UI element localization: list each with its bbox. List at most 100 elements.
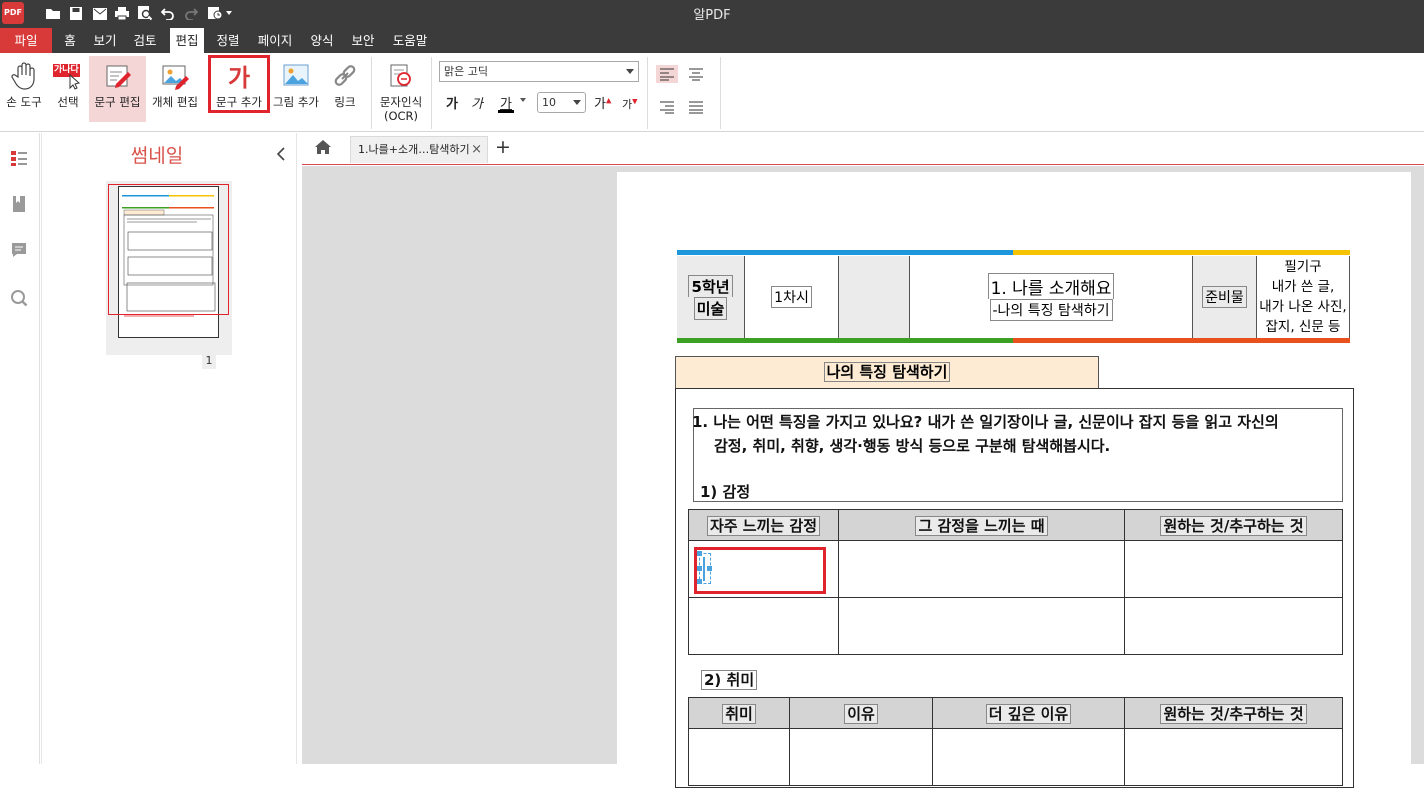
- grade-cell: 5학년 미술: [677, 256, 745, 338]
- lesson-header-table: 5학년 미술 1차시 1. 나를 소개해요 -나의 특징 탐색하기 준비물 필기…: [677, 250, 1350, 342]
- link-icon: [331, 62, 359, 93]
- table-cell[interactable]: [838, 597, 1125, 655]
- font-size-select[interactable]: 10: [537, 92, 586, 113]
- bold-button[interactable]: 가: [446, 93, 458, 112]
- table-header: 자주 느끼는 감정: [688, 509, 839, 541]
- left-rail: [0, 133, 40, 764]
- resize-handle[interactable]: [697, 566, 702, 571]
- menu-review[interactable]: 검토: [128, 28, 162, 53]
- ribbon-toolbar: 손 도구 가나다 선택 문구 편집 개체 편집 가 문구 추가 그림 추가 링크…: [0, 53, 1424, 132]
- table-cell[interactable]: [932, 728, 1125, 786]
- document-tab-bar: 1.나를+소개…탐색하기 × +: [302, 133, 1424, 165]
- menu-file[interactable]: 파일: [0, 28, 52, 53]
- thumbnail-list-icon[interactable]: [10, 149, 28, 167]
- home-icon[interactable]: [314, 139, 334, 157]
- align-left-icon[interactable]: [656, 65, 678, 83]
- select-button[interactable]: 가나다 선택: [48, 56, 88, 122]
- emotion-heading: 1) 감정: [700, 483, 751, 501]
- period-cell: 1차시: [745, 256, 839, 338]
- text-cursor-box[interactable]: [697, 551, 712, 584]
- link-button[interactable]: 링크: [326, 56, 364, 122]
- bookmark-icon[interactable]: [10, 195, 28, 213]
- table-header: 원하는 것/추구하는 것: [1124, 697, 1343, 729]
- image-icon: [282, 62, 310, 91]
- hand-icon: [11, 62, 37, 93]
- object-edit-icon: [160, 62, 190, 93]
- close-tab-icon[interactable]: ×: [471, 137, 482, 162]
- table-header: 원하는 것/추구하는 것: [1124, 509, 1343, 541]
- lesson-title-cell: 1. 나를 소개해요 -나의 특징 탐색하기: [910, 256, 1193, 338]
- table-cell[interactable]: [789, 728, 933, 786]
- menu-edit[interactable]: 편집: [170, 28, 204, 53]
- blank-cell: [839, 256, 910, 338]
- document-canvas: 5학년 미술 1차시 1. 나를 소개해요 -나의 특징 탐색하기 준비물 필기…: [302, 166, 1424, 788]
- resize-handle[interactable]: [707, 566, 712, 571]
- table-row: [688, 597, 1343, 655]
- thumbnail-panel-title: 썸네일: [130, 145, 184, 167]
- font-color-chevron-icon[interactable]: [520, 98, 526, 102]
- thumbnail-panel: 썸네일 1: [41, 133, 297, 764]
- hand-tool-button[interactable]: 손 도구: [2, 56, 46, 122]
- chevron-down-icon: [573, 100, 581, 105]
- table-header: 그 감정을 느끼는 때: [838, 509, 1125, 541]
- materials-label-cell: 준비물: [1193, 256, 1257, 338]
- object-edit-button[interactable]: 개체 편집: [148, 56, 202, 122]
- menu-home[interactable]: 홈: [58, 28, 82, 53]
- text-edit-icon: [104, 62, 132, 93]
- table-cell[interactable]: [688, 728, 790, 786]
- add-image-button[interactable]: 그림 추가: [271, 56, 321, 122]
- document-tab[interactable]: 1.나를+소개…탐색하기 ×: [350, 136, 488, 163]
- resize-handle[interactable]: [697, 579, 702, 584]
- menu-bar: 파일 홈 보기 검토 편집 정렬 페이지 양식 보안 도움말: [0, 28, 1424, 53]
- table-cell[interactable]: [1124, 728, 1343, 786]
- shrink-font-button[interactable]: 가▼: [622, 96, 638, 112]
- page-number-label: 1: [202, 353, 216, 369]
- ocr-button[interactable]: 문자인식 (OCR): [375, 56, 427, 132]
- ribbon-divider: [371, 57, 372, 129]
- table-row: [688, 728, 1343, 786]
- table-cell[interactable]: [838, 540, 1125, 598]
- section-title-tab: 나의 특징 탐색하기: [675, 356, 1099, 388]
- title-bar: PDF 알PDF: [0, 0, 1424, 28]
- table-cell[interactable]: [688, 597, 839, 655]
- ribbon-divider: [647, 57, 648, 129]
- table-cell[interactable]: [1124, 597, 1343, 655]
- new-text-box-highlight: [694, 547, 826, 594]
- align-right-icon[interactable]: [656, 98, 678, 116]
- menu-view[interactable]: 보기: [89, 28, 121, 53]
- hobby-heading: 2) 취미: [701, 669, 758, 690]
- font-family-select[interactable]: 맑은 고딕: [439, 61, 639, 82]
- table-header: 더 깊은 이유: [932, 697, 1125, 729]
- grow-font-button[interactable]: 가▲: [594, 93, 611, 112]
- align-justify-icon[interactable]: [685, 98, 707, 116]
- question-text: 1. 나는 어떤 특징을 가지고 있나요? 내가 쓴 일기장이나 글, 신문이나…: [692, 413, 1279, 455]
- menu-arrange[interactable]: 정렬: [211, 28, 245, 53]
- search-icon[interactable]: [10, 289, 28, 307]
- font-color-bar: [498, 110, 514, 113]
- resize-handle[interactable]: [697, 551, 702, 556]
- window-title: 알PDF: [693, 8, 731, 23]
- italic-button[interactable]: 가: [471, 93, 483, 112]
- table-header: 취미: [688, 697, 790, 729]
- menu-form[interactable]: 양식: [305, 28, 339, 53]
- hobby-table: 취미 이유 더 깊은 이유 원하는 것/추구하는 것: [688, 697, 1343, 786]
- comment-icon[interactable]: [10, 241, 28, 259]
- menu-security[interactable]: 보안: [346, 28, 380, 53]
- text-edit-button[interactable]: 문구 편집: [89, 56, 146, 122]
- menu-help[interactable]: 도움말: [388, 28, 432, 53]
- ocr-icon: [387, 62, 415, 93]
- chevron-down-icon: [626, 69, 634, 74]
- collapse-panel-icon[interactable]: [275, 146, 287, 161]
- text-caret: [703, 557, 705, 581]
- table-header: 이유: [789, 697, 933, 729]
- menu-page[interactable]: 페이지: [253, 28, 297, 53]
- pdf-page[interactable]: 5학년 미술 1차시 1. 나를 소개해요 -나의 특징 탐색하기 준비물 필기…: [617, 172, 1411, 788]
- ribbon-divider: [720, 57, 721, 129]
- align-center-icon[interactable]: [685, 65, 707, 83]
- thumbnail-selection: [108, 184, 229, 315]
- add-tab-icon[interactable]: +: [495, 136, 511, 158]
- ribbon-divider: [431, 57, 432, 129]
- select-text-icon: 가나다: [53, 64, 83, 92]
- table-cell[interactable]: [1124, 540, 1343, 598]
- materials-cell: 필기구 내가 쓴 글, 내가 나온 사진, 잡지, 신문 등: [1257, 256, 1350, 338]
